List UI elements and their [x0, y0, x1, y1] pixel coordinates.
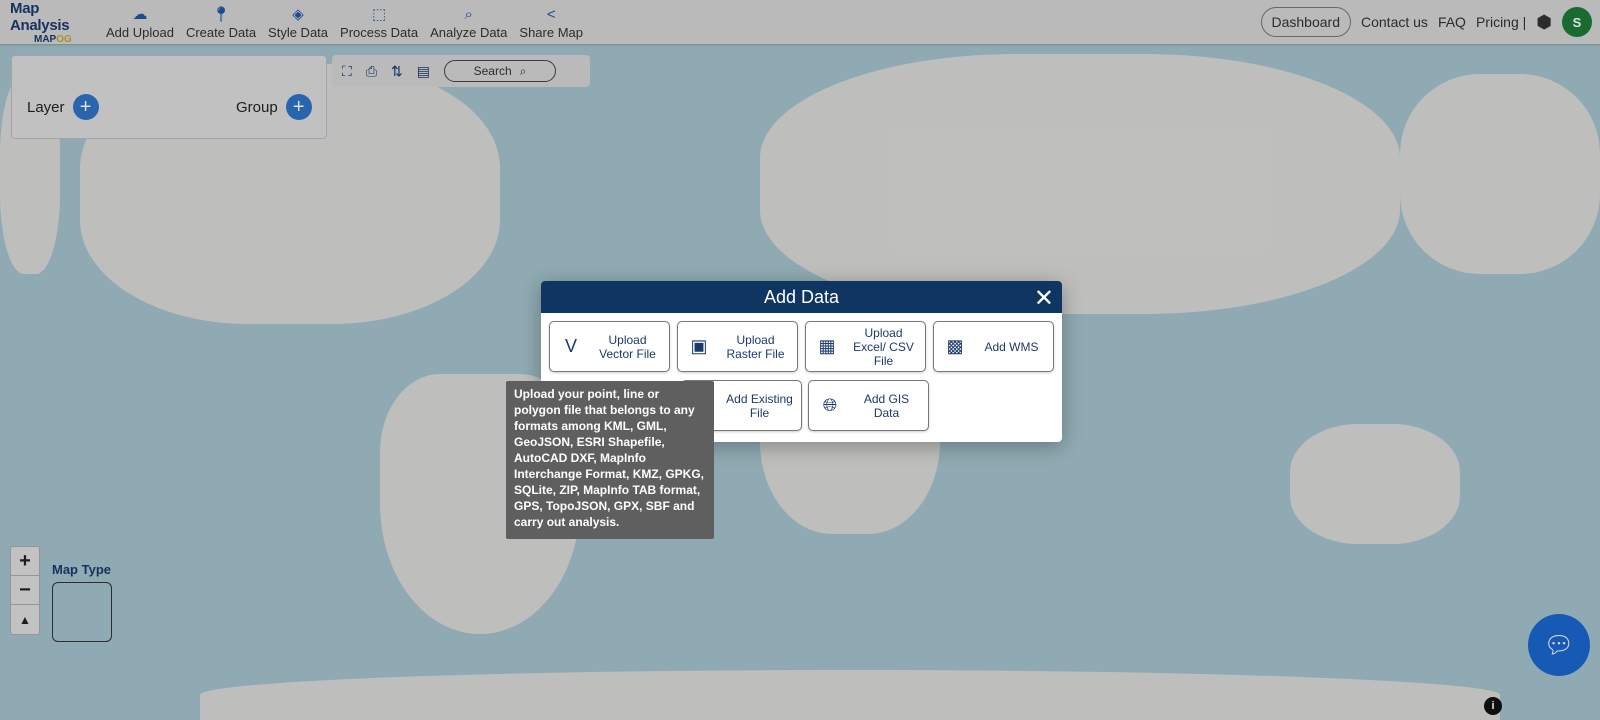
spreadsheet-icon: ▦ — [818, 336, 836, 356]
modal-title: Add Data — [763, 286, 840, 307]
close-icon[interactable]: ✕ — [1034, 284, 1054, 313]
wms-icon: ▩ — [946, 336, 964, 356]
raster-image-icon: ▣ — [690, 336, 708, 356]
add-wms-button[interactable]: ▩ Add WMS — [933, 321, 1054, 372]
add-gis-data-button[interactable]: 🌐︎ Add GIS Data — [808, 380, 929, 431]
upload-excel-csv-button[interactable]: ▦ Upload Excel/ CSV File — [805, 321, 926, 372]
globe-icon: 🌐︎ — [822, 395, 838, 415]
upload-raster-button[interactable]: ▣ Upload Raster File — [677, 321, 798, 372]
upload-vector-button[interactable]: V Upload Vector File — [549, 321, 670, 372]
vector-icon: V — [564, 336, 577, 356]
tooltip: Upload your point, line or polygon file … — [506, 381, 714, 539]
